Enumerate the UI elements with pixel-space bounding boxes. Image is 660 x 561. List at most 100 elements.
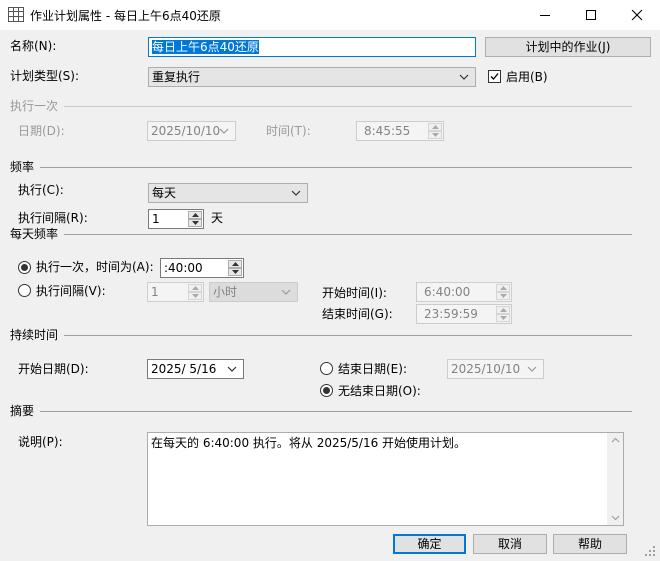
start-date-label: 开始日期(D): <box>18 362 89 376</box>
occurs-once-time-value: :40:00 <box>164 261 203 275</box>
chevron-down-icon <box>527 366 537 372</box>
cancel-button[interactable]: 取消 <box>473 534 547 554</box>
start-date-value: 2025/ 5/16 <box>151 362 217 376</box>
description-textarea[interactable]: 在每天的 6:40:00 执行。将从 2025/5/16 开始使用计划。 <box>147 432 624 526</box>
occurs-select[interactable]: 每天 <box>148 183 308 203</box>
recurs-every-input[interactable]: 1 <box>148 209 204 229</box>
spin-up-icon <box>499 308 507 312</box>
description-value: 在每天的 6:40:00 执行。将从 2025/5/16 开始使用计划。 <box>151 436 467 450</box>
recurs-unit-label: 天 <box>211 211 224 225</box>
one-time-date-value: 2025/10/10 <box>151 124 221 138</box>
one-time-divider <box>10 106 632 107</box>
occurs-every-unit-select[interactable]: 小时 <box>209 282 298 302</box>
daily-frequency-section-title: 每天频率 <box>10 226 65 242</box>
one-time-time-label: 时间(T): <box>266 124 311 138</box>
name-input-value: 每日上午6点40还原 <box>152 40 259 54</box>
start-time-spinner[interactable] <box>496 284 510 300</box>
minimize-icon <box>540 15 550 16</box>
description-scrollbar[interactable] <box>607 433 623 525</box>
occurs-every-radio[interactable] <box>18 284 31 297</box>
frequency-section-title: 频率 <box>10 159 41 175</box>
spin-down-icon <box>191 221 199 225</box>
spin-up-icon <box>191 286 199 290</box>
help-button[interactable]: 帮助 <box>553 534 627 554</box>
start-time-input[interactable]: 6:40:00 <box>416 282 512 302</box>
end-time-input[interactable]: 23:59:59 <box>416 304 512 324</box>
start-time-value: 6:40:00 <box>424 285 471 299</box>
occurs-every-value: 1 <box>151 285 159 299</box>
jobs-in-schedule-button[interactable]: 计划中的作业(J) <box>485 37 651 57</box>
one-time-section-title: 执行一次 <box>10 98 65 114</box>
recurs-every-spinner[interactable] <box>188 211 202 227</box>
occurs-value: 每天 <box>152 186 177 200</box>
chevron-down-icon <box>281 289 291 295</box>
occurs-every-input[interactable]: 1 <box>147 282 204 302</box>
spin-up-icon <box>191 213 199 217</box>
scroll-down-icon[interactable] <box>611 513 620 522</box>
start-date-picker[interactable]: 2025/ 5/16 <box>147 359 244 379</box>
frequency-divider <box>10 167 632 168</box>
spin-down-icon <box>191 294 199 298</box>
end-date-radio[interactable] <box>320 362 333 375</box>
occurs-once-radio[interactable] <box>18 261 31 274</box>
schedule-type-label: 计划类型(S): <box>10 69 80 83</box>
spin-down-icon <box>431 133 439 137</box>
enabled-label: 启用(B) <box>506 70 548 84</box>
recurs-every-value: 1 <box>152 212 160 226</box>
one-time-time-input[interactable]: 8:45:55 <box>356 121 444 141</box>
schedule-type-value: 重复执行 <box>152 70 201 84</box>
close-icon <box>631 9 643 21</box>
one-time-date-picker[interactable]: 2025/10/10 <box>147 121 236 141</box>
recurs-every-label: 执行间隔(R): <box>18 211 88 225</box>
chevron-down-icon <box>219 128 229 134</box>
one-time-time-spinner[interactable] <box>428 123 442 139</box>
one-time-date-label: 日期(D): <box>18 124 65 138</box>
schedule-type-select[interactable]: 重复执行 <box>148 67 476 87</box>
chevron-down-icon <box>291 190 301 196</box>
summary-section-title: 摘要 <box>10 403 41 419</box>
name-label: 名称(N): <box>10 39 57 53</box>
spin-down-icon <box>499 294 507 298</box>
occurs-every-label: 执行间隔(V): <box>36 284 106 298</box>
spin-up-icon <box>499 286 507 290</box>
minimize-button[interactable] <box>522 0 568 30</box>
calendar-grid-icon <box>8 7 24 22</box>
occurs-once-time-input[interactable]: :40:00 <box>160 258 244 278</box>
no-end-date-radio[interactable] <box>320 384 333 397</box>
chevron-down-icon <box>227 366 237 372</box>
occurs-every-spinner[interactable] <box>188 284 202 300</box>
end-date-label: 结束日期(E): <box>338 362 407 376</box>
chevron-down-icon <box>459 74 469 80</box>
maximize-button[interactable] <box>568 0 614 30</box>
no-end-date-label: 无结束日期(O): <box>338 384 421 398</box>
name-input[interactable]: 每日上午6点40还原 <box>148 37 476 57</box>
spin-up-icon <box>231 262 239 266</box>
ok-button[interactable]: 确定 <box>393 534 466 554</box>
window-title: 作业计划属性 - 每日上午6点40还原 <box>30 9 221 23</box>
one-time-time-value: 8:45:55 <box>364 124 411 138</box>
occurs-every-unit-value: 小时 <box>213 285 238 299</box>
spin-down-icon <box>231 270 239 274</box>
duration-divider <box>10 335 632 336</box>
occurs-label: 执行(C): <box>18 183 64 197</box>
maximize-icon <box>586 10 596 20</box>
resize-grip-icon[interactable] <box>644 545 656 557</box>
occurs-once-time-spinner[interactable] <box>228 260 242 276</box>
close-button[interactable] <box>614 0 660 30</box>
start-time-label: 开始时间(I): <box>322 286 387 300</box>
end-time-label: 结束时间(G): <box>322 307 393 321</box>
end-time-spinner[interactable] <box>496 306 510 322</box>
description-label: 说明(P): <box>18 435 63 449</box>
enabled-checkbox[interactable] <box>488 70 501 83</box>
end-date-picker[interactable]: 2025/10/10 <box>447 359 544 379</box>
occurs-once-label: 执行一次，时间为(A): <box>36 260 154 274</box>
end-date-value: 2025/10/10 <box>451 362 521 376</box>
duration-section-title: 持续时间 <box>10 327 65 343</box>
spin-down-icon <box>499 316 507 320</box>
daily-frequency-divider <box>10 234 632 235</box>
scroll-up-icon[interactable] <box>611 436 620 445</box>
spin-up-icon <box>431 125 439 129</box>
end-time-value: 23:59:59 <box>424 307 478 321</box>
checkmark-icon <box>490 73 499 80</box>
summary-divider <box>10 411 632 412</box>
